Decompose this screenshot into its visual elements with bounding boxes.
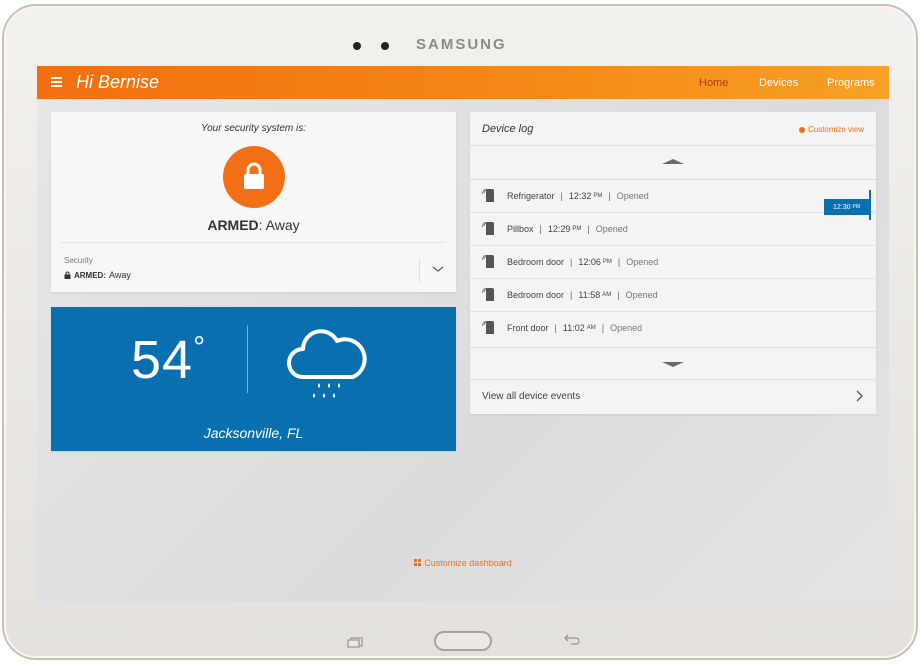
nav-home[interactable]: Home [699,77,728,89]
top-bar: Hi Bernise Home Devices Programs [37,66,889,99]
grid-icon [414,559,422,567]
lock-icon [244,162,264,189]
log-ampm: PM [593,193,603,199]
log-entry[interactable]: Bedroom door | 11:58 AM | Opened [470,278,876,311]
view-all-events-link[interactable]: View all device events [482,391,580,402]
rain-cloud-icon [287,329,367,398]
log-ampm: PM [572,226,582,232]
customize-dashboard-link[interactable]: Customize dashboard [37,558,889,568]
weather-card[interactable]: 54° Jacksonville, FL [51,307,456,451]
security-small-status: ARMED: Away [64,270,131,280]
settings-dot-icon [798,126,805,133]
log-entry[interactable]: Refrigerator | 12:32 PM | Opened [470,179,876,212]
degree-symbol: ° [193,331,207,364]
customize-view-link[interactable]: Customize view [798,125,864,134]
timeline-time: 12:30 [832,203,851,211]
sensor-icon [482,221,494,235]
divider [470,145,876,146]
log-event: Opened [610,323,643,333]
log-time: 11:58 [578,290,601,300]
log-event: Opened [595,224,628,234]
log-device: Bedroom door [507,290,565,300]
log-event: Opened [626,257,659,267]
log-device: Pillbox [507,224,534,234]
timeline-marker [869,190,871,220]
recent-apps-icon[interactable] [347,635,363,648]
divider [419,258,420,282]
nav-programs[interactable]: Programs [827,77,875,89]
weather-city: Jacksonville, FL [203,425,304,441]
armed-mode: : Away [258,217,300,233]
device-log-title: Device log [482,123,534,135]
security-card: Your security system is: ARMED: Away Sec… [51,112,456,292]
log-ampm: PM [602,259,612,265]
log-ampm: AM [586,325,596,331]
customize-view-label: Customize view [807,125,864,134]
device-log-list: Refrigerator | 12:32 PM | Opened Pillbox | 12:2… [470,179,876,344]
customize-dashboard-label: Customize dashboard [424,558,512,568]
log-entry[interactable]: Bedroom door | 12:06 PM | Opened [470,245,876,278]
back-icon[interactable] [564,632,580,648]
brand-logo: SAMSUNG [416,36,507,53]
scroll-down-arrow-icon[interactable] [662,362,684,367]
log-ampm: AM [602,292,612,298]
app-screen: Hi Bernise Home Devices Programs Your se… [37,66,889,602]
sensor-icon [482,320,494,334]
timeline-ampm: PM [852,204,861,210]
chevron-down-icon[interactable] [428,259,448,279]
temperature-number: 54 [131,330,194,390]
camera-lens [353,42,361,50]
sensor-icon [482,188,494,202]
temperature-value: 54° [131,329,206,391]
log-time: 12:29 [547,224,571,234]
sensor-icon [482,254,494,268]
log-time: 11:02 [562,323,585,333]
chevron-right-icon[interactable] [854,390,864,402]
log-time: 12:32 [568,191,592,201]
divider [470,379,876,380]
armed-status-button[interactable] [223,146,285,208]
security-section-label: Security [64,256,93,265]
nav-devices[interactable]: Devices [759,77,798,89]
timeline-time-tag[interactable]: 12:30 PM [824,199,869,215]
log-event: Opened [616,191,649,201]
scroll-up-arrow-icon[interactable] [662,159,684,164]
divider [61,242,446,243]
home-hardware-button[interactable] [434,631,492,651]
log-entry[interactable]: Front door | 11:02 AM | Opened [470,311,876,344]
device-log-card: Device log Customize view Refrigerator | 1… [470,112,876,414]
sensor-icon [482,287,494,301]
log-event: Opened [625,290,658,300]
armed-state: ARMED [207,217,259,233]
log-time: 12:06 [578,257,601,267]
log-device: Refrigerator [507,191,555,201]
greeting-title: Hi Bernise [76,72,160,92]
small-lock-icon [64,271,71,279]
security-status-label: Your security system is: [200,123,307,134]
log-device: Bedroom door [507,257,565,267]
sensor-lens [381,42,389,50]
small-armed-state: ARMED: [74,270,106,280]
divider [470,347,876,348]
log-entry[interactable]: Pillbox | 12:29 PM | Opened [470,212,876,245]
divider [247,325,248,393]
hamburger-menu-icon[interactable] [51,77,62,87]
small-armed-mode: Away [109,270,131,280]
armed-status-text: ARMED: Away [51,217,456,233]
log-device: Front door [507,323,549,333]
